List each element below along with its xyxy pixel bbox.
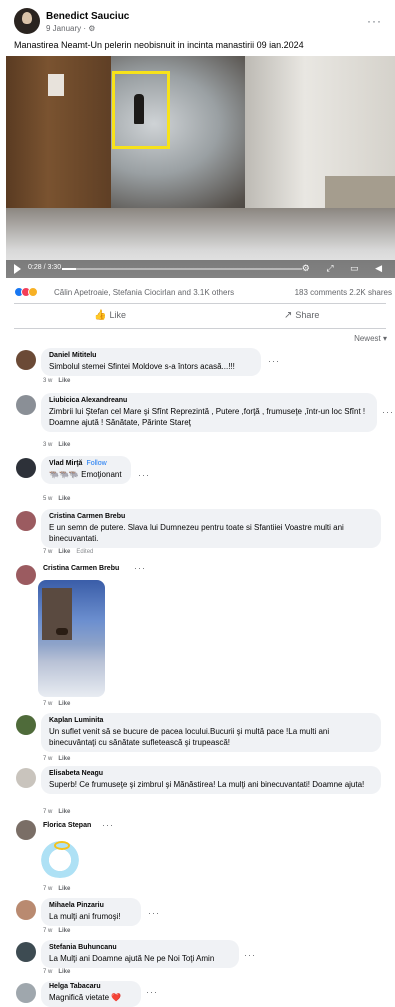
comment-bubble: Daniel Mititelu Simbolul stemei Sfintei … [41,348,261,376]
avatar[interactable] [16,983,36,1003]
post-timestamp[interactable]: 9 January · ⚙ [46,24,95,33]
avatar[interactable] [16,395,36,415]
comment-meta: 3 w Like [43,442,71,448]
comment-meta: 7 w Like [43,928,71,934]
video-time: 0:28 / 3:30 [28,264,62,271]
video-progress-fill [62,268,77,270]
share-button[interactable]: ↗ Share [284,310,319,321]
angel-sticker [38,838,82,878]
reactions-bar: Călin Apetroaie, Stefania Ciocirlan and … [14,287,394,299]
author-avatar[interactable] [14,8,40,34]
comment-more-button[interactable]: ··· [268,356,280,366]
comment-bubble: Cristina Carmen Brebu E un semn de puter… [41,509,381,548]
comment-like-button[interactable]: Like [58,496,70,502]
comment-like-button[interactable]: Like [58,442,70,448]
comment-meta: 7 w Like [43,701,71,707]
avatar[interactable] [16,820,36,840]
like-button[interactable]: 👍 Like [94,310,126,321]
commenter-name: Vlad Mirţă Follow [49,460,107,467]
comment-like-button[interactable]: Like [58,756,70,762]
avatar[interactable] [16,511,36,531]
avatar[interactable] [16,900,36,920]
video-player[interactable]: 0:28 / 3:30 ⚙ ⤢ ▭ ◀ [6,56,395,278]
comment-like-button[interactable]: Like [58,549,70,555]
comment-meta: 5 w Like [43,496,71,502]
comment-like-button[interactable]: Like [58,928,70,934]
post-more-button[interactable]: ··· [367,14,382,28]
follow-button[interactable]: Follow [86,460,106,467]
play-icon[interactable] [14,264,21,274]
avatar[interactable] [16,458,36,478]
avatar[interactable] [16,942,36,962]
comment-like-button[interactable]: Like [58,969,70,975]
sort-dropdown[interactable]: Newest ▾ [354,334,387,343]
comment-bubble: Stefania Buhuncanu La Mulţi ani Doamne a… [41,940,239,968]
post-header: Benedict Sauciuc 9 January · ⚙ ··· [14,6,386,36]
commenter-name[interactable]: Mihaela Pinzariu [49,902,133,909]
comment-like-button[interactable]: Like [58,378,70,384]
edited-label: Edited [76,549,94,555]
comment-more-button[interactable]: ··· [134,563,146,573]
commenter-name[interactable]: Kaplan Luminita [49,717,373,724]
comment-like-button[interactable]: Like [58,701,70,707]
comment-more-button[interactable]: ··· [146,987,158,997]
comment-meta: 7 w Like [43,809,71,815]
commenter-name[interactable]: Florica Stepan [43,822,91,829]
comment-more-button[interactable]: ··· [102,820,114,830]
comment-meta: 7 w Like [43,969,71,975]
comment-bubble: Helga Tabacaru Magnifică vietate ❤️ [41,981,141,1007]
comment-text: 🐃🐃🐃 Emoţionant [49,470,122,479]
avatar[interactable] [16,350,36,370]
commenter-name[interactable]: Cristina Carmen Brebu [49,513,373,520]
comment-photo[interactable] [38,580,105,697]
highlight-box [112,71,170,149]
commenter-name[interactable]: Daniel Mititelu [49,352,253,359]
comment-text: Zimbrii lui Ştefan cel Mare şi Sfînt Rep… [49,407,366,427]
commenter-name[interactable]: Liubicica Alexandreanu [49,397,369,404]
video-controls: 0:28 / 3:30 ⚙ ⤢ ▭ ◀ [6,260,395,278]
avatar[interactable] [16,715,36,735]
comment-text: Un suflet venit să se bucure de pacea lo… [49,727,330,747]
comment-text: La mulţi ani frumoşi! [49,912,121,921]
comment-more-button[interactable]: ··· [244,950,256,960]
commenter-name[interactable]: Helga Tabacaru [49,983,133,990]
post-text: Manastirea Neamt-Un pelerin neobisnuit i… [14,40,304,50]
comment-like-button[interactable]: Like [58,886,70,892]
comment-meta: 7 w Like Edited [43,549,94,555]
comment-bubble: Elisabeta Neagu Superb! Ce frumuseţe şi … [41,766,381,794]
commenter-name[interactable]: Cristina Carmen Brebu [43,565,119,572]
comment-text: E un semn de putere. Slava lui Dumnezeu … [49,523,344,543]
avatar[interactable] [16,768,36,788]
comment-text: Magnifică vietate ❤️ [49,993,122,1002]
divider [14,303,386,304]
commenter-name[interactable]: Stefania Buhuncanu [49,944,231,951]
comment-bubble: Vlad Mirţă Follow 🐃🐃🐃 Emoţionant [41,456,131,484]
comment-more-button[interactable]: ··· [148,908,160,918]
comment-text: Simbolul stemei Sfintei Moldove s-a înto… [49,362,235,371]
care-reaction-icon [28,287,38,297]
comment-bubble: Mihaela Pinzariu La mulţi ani frumoşi! [41,898,141,926]
post-author[interactable]: Benedict Sauciuc [46,11,129,22]
divider [14,328,386,329]
comment-meta: 7 w Like [43,886,71,892]
comment-bubble: Kaplan Luminita Un suflet venit să se bu… [41,713,381,752]
comment-more-button[interactable]: ··· [138,470,150,480]
video-progress[interactable] [62,268,302,270]
commenter-name[interactable]: Elisabeta Neagu [49,770,373,777]
comment-text: La Mulţi ani Doamne ajută Ne pe Noi Toţi… [49,954,215,963]
comment-more-button[interactable]: ··· [382,407,394,417]
comment-meta: 7 w Like [43,756,71,762]
comment-text: Superb! Ce frumuseţe şi zimbrul şi Mănăs… [49,780,365,789]
post-actions: 👍 Like ↗ Share [14,306,386,328]
post-stats[interactable]: 183 comments 2.2K shares [295,288,392,297]
thumbs-up-icon: 👍 [94,310,107,321]
share-icon: ↗ [284,310,293,321]
video-settings-icons[interactable]: ⚙ ⤢ ▭ ◀ [302,263,389,274]
comment-like-button[interactable]: Like [58,809,70,815]
reaction-names[interactable]: Călin Apetroaie, Stefania Ciocirlan and … [54,288,234,297]
avatar[interactable] [16,565,36,585]
comment-bubble: Liubicica Alexandreanu Zimbrii lui Ştefa… [41,393,377,432]
comment-meta: 3 w Like [43,378,71,384]
reaction-icons[interactable] [14,287,38,297]
